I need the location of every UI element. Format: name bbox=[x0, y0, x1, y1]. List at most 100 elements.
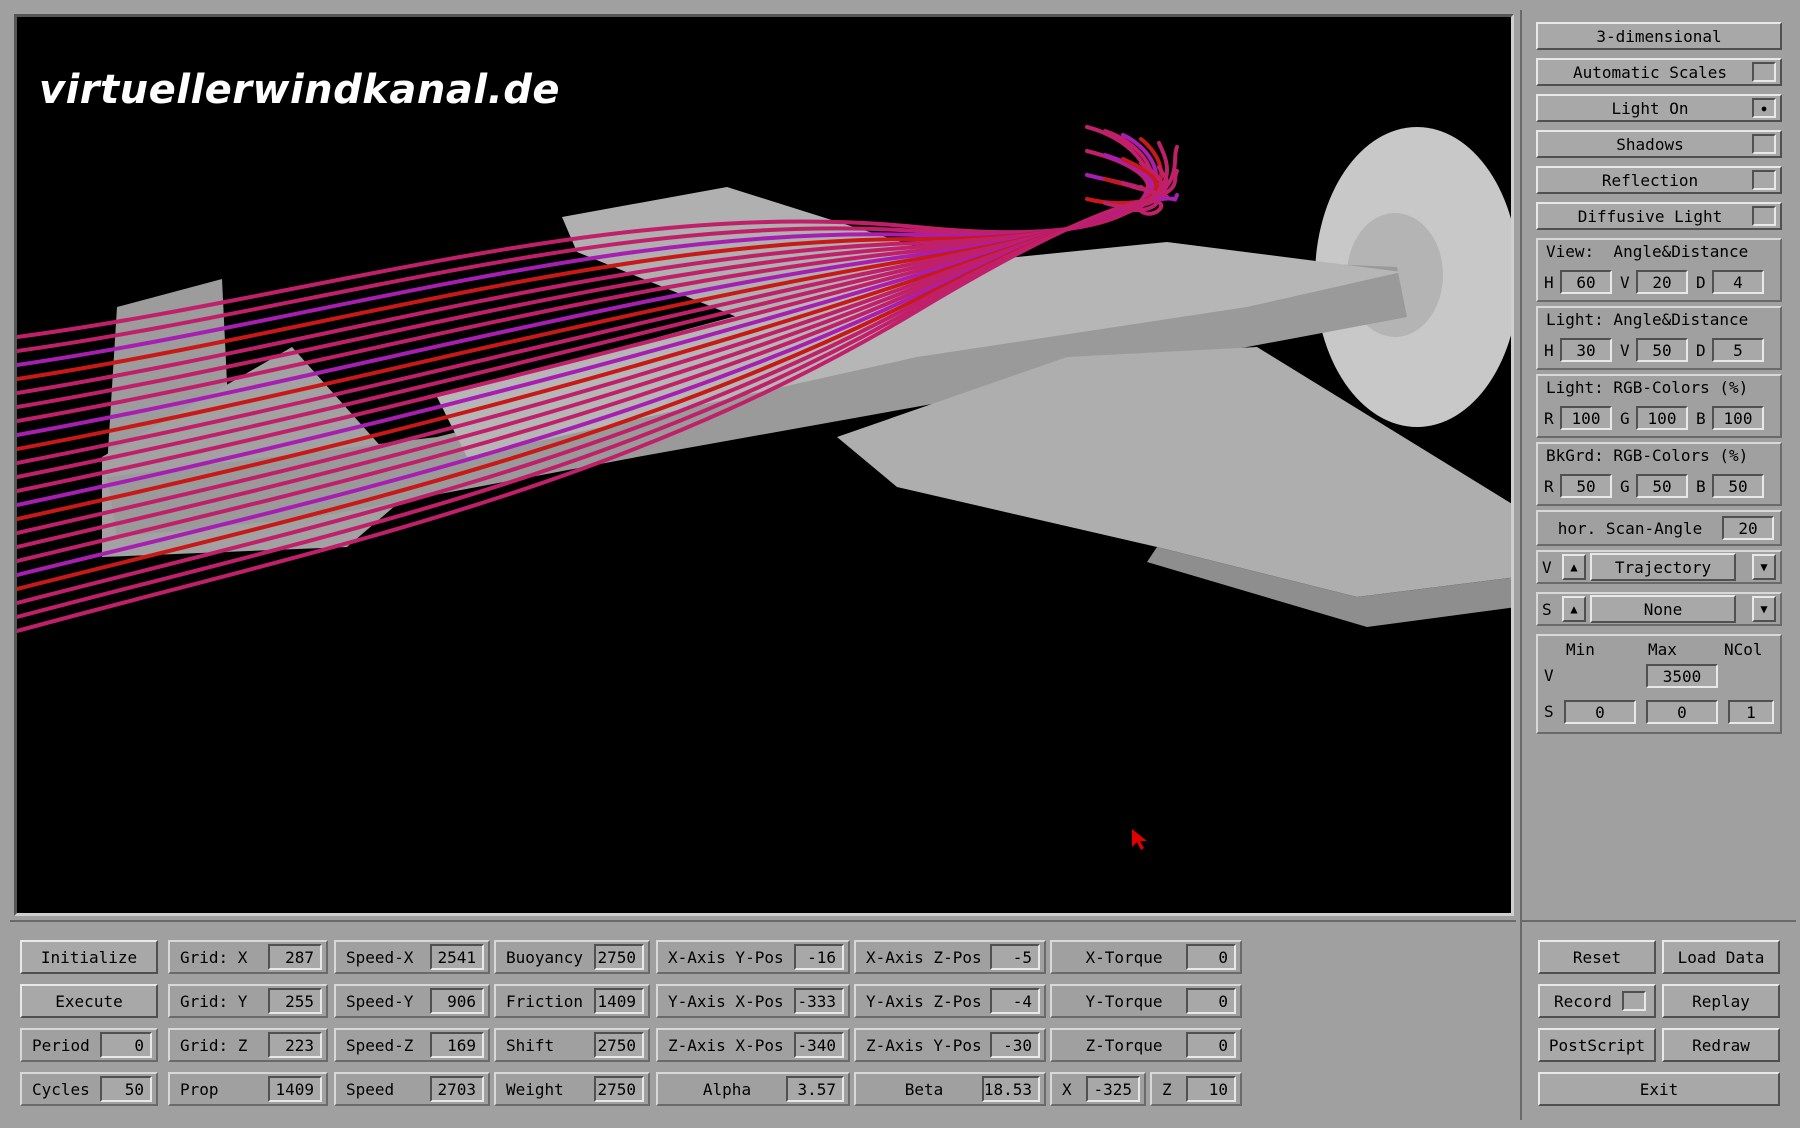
grid-x-field[interactable]: 287 bbox=[268, 944, 322, 970]
z-torque-field[interactable]: 0 bbox=[1186, 1032, 1236, 1058]
grid-z-cell: Grid: Z 223 bbox=[168, 1028, 328, 1062]
friction-field[interactable]: 1409 bbox=[594, 988, 644, 1014]
yaxis-zpos-field[interactable]: -4 bbox=[990, 988, 1040, 1014]
yaxis-zpos-label: Y-Axis Z-Pos bbox=[866, 991, 982, 1011]
speed-x-cell: Speed-X 2541 bbox=[334, 940, 490, 974]
automatic-scales-toggle[interactable]: Automatic Scales bbox=[1536, 58, 1782, 86]
prop-label: Prop bbox=[180, 1079, 219, 1099]
execute-button[interactable]: Execute bbox=[20, 984, 158, 1018]
range-v-max-field[interactable]: 3500 bbox=[1646, 664, 1718, 688]
view-d-field[interactable]: 4 bbox=[1712, 270, 1764, 294]
light-on-label: Light On bbox=[1611, 98, 1689, 118]
shift-field[interactable]: 2750 bbox=[594, 1032, 644, 1058]
execute-label: Execute bbox=[55, 991, 123, 1011]
shadows-checkbox[interactable] bbox=[1752, 134, 1776, 154]
record-checkbox[interactable] bbox=[1622, 991, 1646, 1011]
s-dropdown-button[interactable]: ▼ bbox=[1752, 596, 1776, 622]
x-torque-cell: X-Torque 0 bbox=[1050, 940, 1242, 974]
grid-y-field[interactable]: 255 bbox=[268, 988, 322, 1014]
weight-label: Weight bbox=[506, 1079, 564, 1099]
zaxis-ypos-field[interactable]: -30 bbox=[990, 1032, 1040, 1058]
automatic-scales-checkbox[interactable] bbox=[1752, 62, 1776, 82]
alpha-label: Alpha bbox=[702, 1079, 752, 1099]
x-coord-field[interactable]: -325 bbox=[1086, 1076, 1140, 1102]
speed-x-field[interactable]: 2541 bbox=[430, 944, 484, 970]
x-torque-field[interactable]: 0 bbox=[1186, 944, 1236, 970]
postscript-label: PostScript bbox=[1548, 1035, 1646, 1055]
s-prev-button[interactable]: ▲ bbox=[1562, 596, 1586, 622]
light-v-field[interactable]: 50 bbox=[1636, 338, 1688, 362]
z-torque-label: Z-Torque bbox=[1085, 1035, 1163, 1055]
parameter-panel: Initialize Execute Period 0 Cycles 50 Grid… bbox=[10, 920, 1516, 1120]
y-torque-field[interactable]: 0 bbox=[1186, 988, 1236, 1014]
diffusive-light-checkbox[interactable] bbox=[1752, 206, 1776, 226]
v-dropdown-button[interactable]: ▼ bbox=[1752, 554, 1776, 580]
bkgrd-r-field[interactable]: 50 bbox=[1560, 474, 1612, 498]
xaxis-zpos-cell: X-Axis Z-Pos -5 bbox=[854, 940, 1046, 974]
speed-z-field[interactable]: 169 bbox=[430, 1032, 484, 1058]
yaxis-xpos-field[interactable]: -333 bbox=[794, 988, 844, 1014]
initialize-button[interactable]: Initialize bbox=[20, 940, 158, 974]
redraw-button[interactable]: Redraw bbox=[1662, 1028, 1780, 1062]
xaxis-ypos-cell: X-Axis Y-Pos -16 bbox=[656, 940, 850, 974]
xaxis-zpos-label: X-Axis Z-Pos bbox=[866, 947, 982, 967]
alpha-field[interactable]: 3.57 bbox=[786, 1076, 844, 1102]
light-on-toggle[interactable]: Light On ● bbox=[1536, 94, 1782, 122]
reflection-checkbox[interactable] bbox=[1752, 170, 1776, 190]
range-s-ncol-field[interactable]: 1 bbox=[1728, 700, 1774, 724]
period-label: Period bbox=[32, 1035, 90, 1055]
reflection-label: Reflection bbox=[1601, 170, 1699, 190]
grid-z-field[interactable]: 223 bbox=[268, 1032, 322, 1058]
cycles-label: Cycles bbox=[32, 1079, 90, 1099]
light-h-field[interactable]: 30 bbox=[1560, 338, 1612, 362]
xaxis-zpos-field[interactable]: -5 bbox=[990, 944, 1040, 970]
range-s-min-field[interactable]: 0 bbox=[1564, 700, 1636, 724]
buoyancy-field[interactable]: 2750 bbox=[594, 944, 644, 970]
z-coord-field[interactable]: 10 bbox=[1186, 1076, 1236, 1102]
grid-x-cell: Grid: X 287 bbox=[168, 940, 328, 974]
reflection-toggle[interactable]: Reflection bbox=[1536, 166, 1782, 194]
postscript-button[interactable]: PostScript bbox=[1538, 1028, 1656, 1062]
light-g-field[interactable]: 100 bbox=[1636, 406, 1688, 430]
buoyancy-label: Buoyancy bbox=[506, 947, 584, 967]
reset-button[interactable]: Reset bbox=[1538, 940, 1656, 974]
cycles-field[interactable]: 50 bbox=[100, 1076, 152, 1102]
bkgrd-b-field[interactable]: 50 bbox=[1712, 474, 1764, 498]
s-select-value[interactable]: None bbox=[1590, 595, 1736, 623]
range-ncol-label: NCol bbox=[1724, 640, 1763, 659]
load-data-button[interactable]: Load Data bbox=[1662, 940, 1780, 974]
light-on-checkbox[interactable]: ● bbox=[1752, 98, 1776, 118]
period-field[interactable]: 0 bbox=[100, 1032, 152, 1058]
v-prev-button[interactable]: ▲ bbox=[1562, 554, 1586, 580]
xaxis-ypos-label: X-Axis Y-Pos bbox=[668, 947, 784, 967]
diffusive-light-toggle[interactable]: Diffusive Light bbox=[1536, 202, 1782, 230]
light-b-field[interactable]: 100 bbox=[1712, 406, 1764, 430]
record-button[interactable]: Record bbox=[1538, 984, 1656, 1018]
speed-field[interactable]: 2703 bbox=[430, 1076, 484, 1102]
weight-field[interactable]: 2750 bbox=[594, 1076, 644, 1102]
light-angle-title: Light: Angle&Distance bbox=[1546, 310, 1749, 329]
prop-field[interactable]: 1409 bbox=[268, 1076, 322, 1102]
replay-button[interactable]: Replay bbox=[1662, 984, 1780, 1018]
shadows-toggle[interactable]: Shadows bbox=[1536, 130, 1782, 158]
yaxis-zpos-cell: Y-Axis Z-Pos -4 bbox=[854, 984, 1046, 1018]
exit-button[interactable]: Exit bbox=[1538, 1072, 1780, 1106]
beta-field[interactable]: 18.53 bbox=[982, 1076, 1040, 1102]
3d-viewport[interactable]: virtuellerwindkanal.de bbox=[14, 14, 1514, 916]
view-h-field[interactable]: 60 bbox=[1560, 270, 1612, 294]
scan-angle-field[interactable]: 20 bbox=[1722, 516, 1774, 540]
shift-label: Shift bbox=[506, 1035, 555, 1055]
x-coord-label: X bbox=[1062, 1079, 1072, 1099]
bkgrd-g-field[interactable]: 50 bbox=[1636, 474, 1688, 498]
v-select-value[interactable]: Trajectory bbox=[1590, 553, 1736, 581]
view-v-field[interactable]: 20 bbox=[1636, 270, 1688, 294]
light-rgb-group: Light: RGB-Colors (%) R 100 G 100 B 100 bbox=[1536, 374, 1782, 438]
xaxis-ypos-field[interactable]: -16 bbox=[794, 944, 844, 970]
light-d-field[interactable]: 5 bbox=[1712, 338, 1764, 362]
3d-mode-button[interactable]: 3-dimensional bbox=[1536, 22, 1782, 50]
range-s-max-field[interactable]: 0 bbox=[1646, 700, 1718, 724]
redraw-label: Redraw bbox=[1692, 1035, 1750, 1055]
speed-y-field[interactable]: 906 bbox=[430, 988, 484, 1014]
zaxis-xpos-field[interactable]: -340 bbox=[794, 1032, 844, 1058]
light-r-field[interactable]: 100 bbox=[1560, 406, 1612, 430]
